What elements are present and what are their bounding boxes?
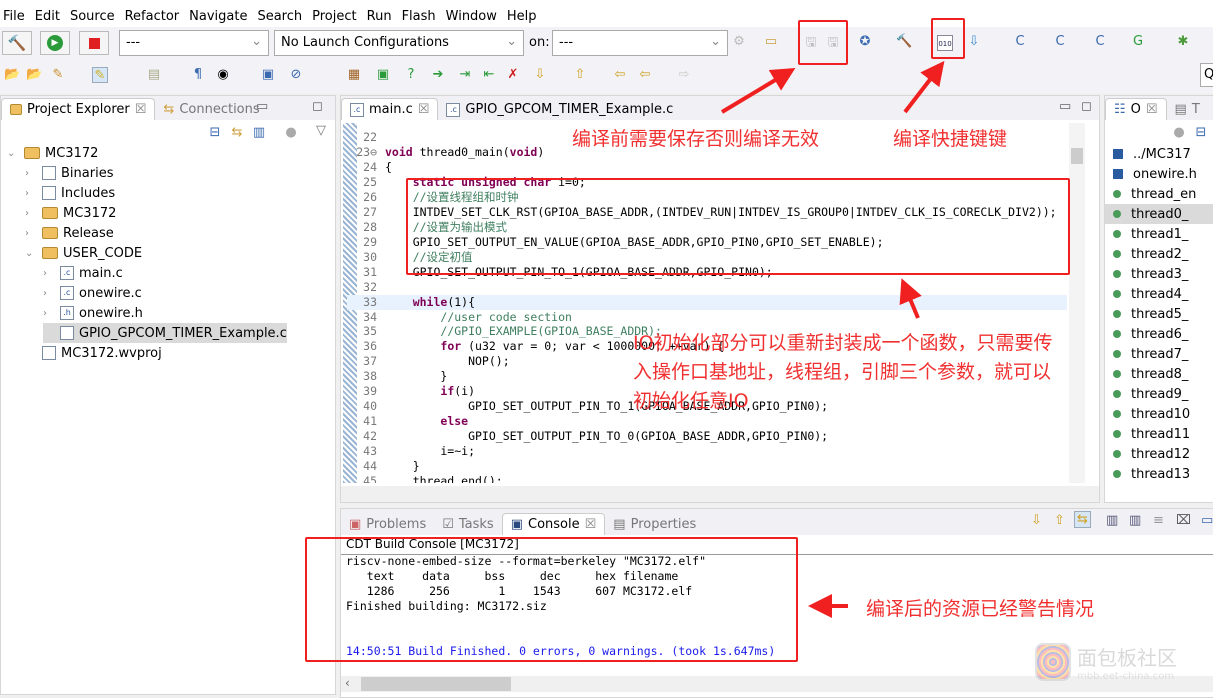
arrow-to-code — [899, 278, 922, 319]
console-note: 编译后的资源已经警告情况 — [866, 598, 1095, 620]
io-note-line: 入操作口基地址，线程组，引脚三个参数，就可以 — [633, 361, 1052, 383]
build-note: 编译快捷键键 — [893, 128, 1008, 150]
io-note-line: IO初始化部分可以重新封装成一个函数，只需要传 — [633, 332, 1053, 354]
io-note-line: 初始化任意IO — [633, 390, 749, 412]
arrow-to-save — [720, 67, 796, 114]
arrow-to-build — [903, 60, 945, 114]
save-note: 编译前需要保存否则编译无效 — [572, 128, 820, 150]
